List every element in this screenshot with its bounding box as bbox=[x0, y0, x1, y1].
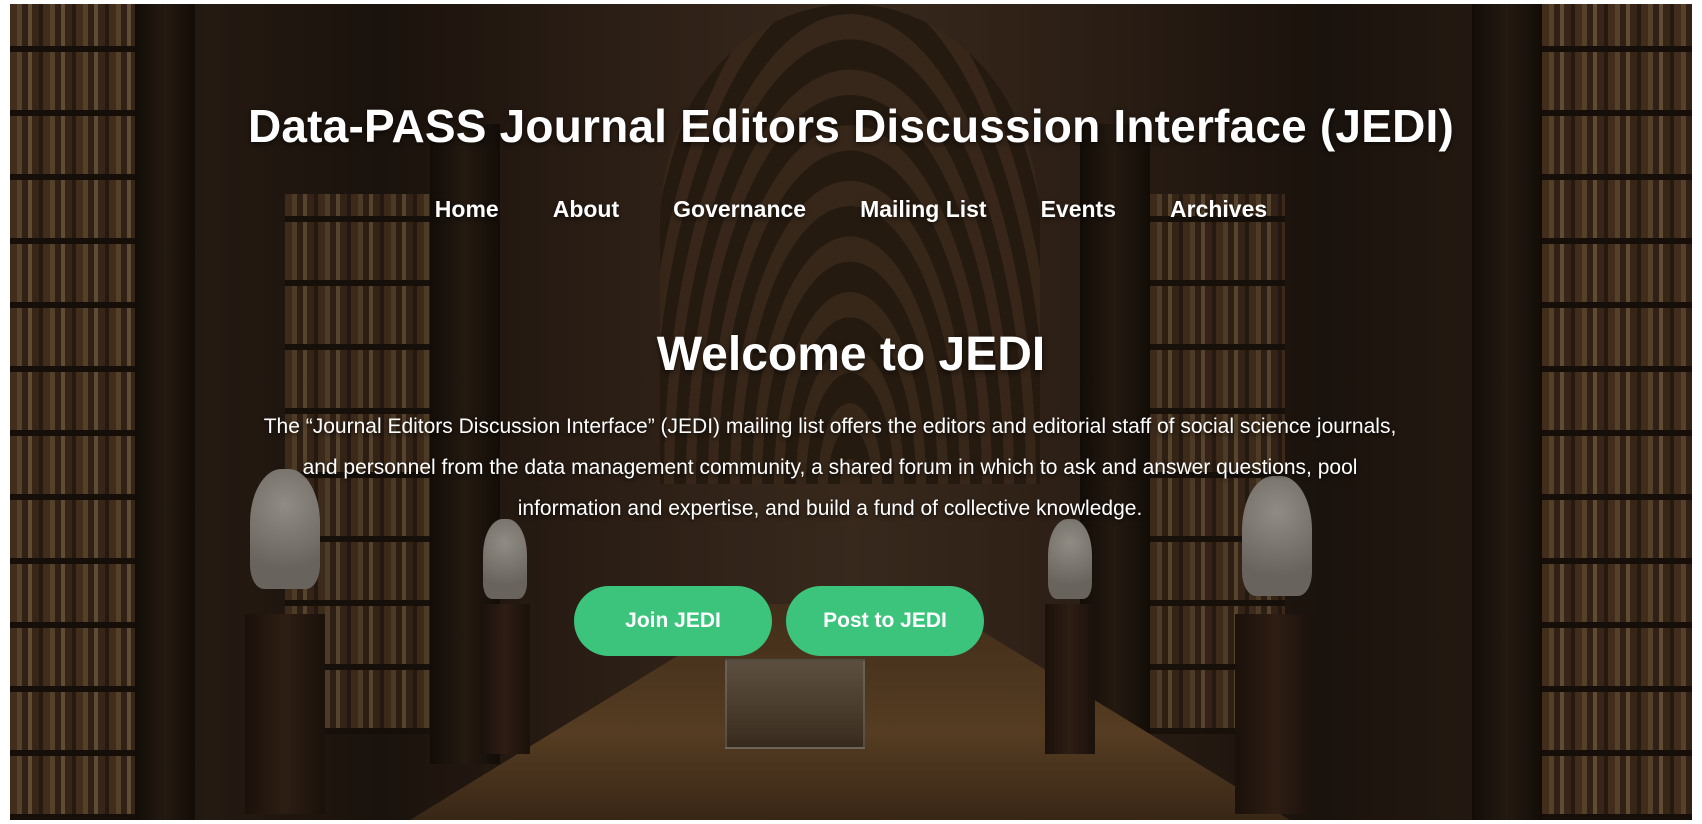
nav-mailing-list[interactable]: Mailing List bbox=[833, 196, 1014, 223]
hero-section: Data-PASS Journal Editors Discussion Int… bbox=[10, 4, 1692, 820]
nav-about[interactable]: About bbox=[526, 196, 646, 223]
nav-governance[interactable]: Governance bbox=[646, 196, 833, 223]
main-nav: Home About Governance Mailing List Event… bbox=[10, 196, 1692, 223]
site-title: Data-PASS Journal Editors Discussion Int… bbox=[247, 100, 1455, 152]
join-jedi-button[interactable]: Join JEDI bbox=[574, 586, 772, 656]
welcome-heading: Welcome to JEDI bbox=[656, 328, 1046, 381]
nav-home[interactable]: Home bbox=[408, 196, 526, 223]
nav-events[interactable]: Events bbox=[1014, 196, 1143, 223]
nav-archives[interactable]: Archives bbox=[1143, 196, 1294, 223]
intro-paragraph: The “Journal Editors Discussion Interfac… bbox=[263, 415, 1397, 520]
post-to-jedi-button[interactable]: Post to JEDI bbox=[786, 586, 984, 656]
